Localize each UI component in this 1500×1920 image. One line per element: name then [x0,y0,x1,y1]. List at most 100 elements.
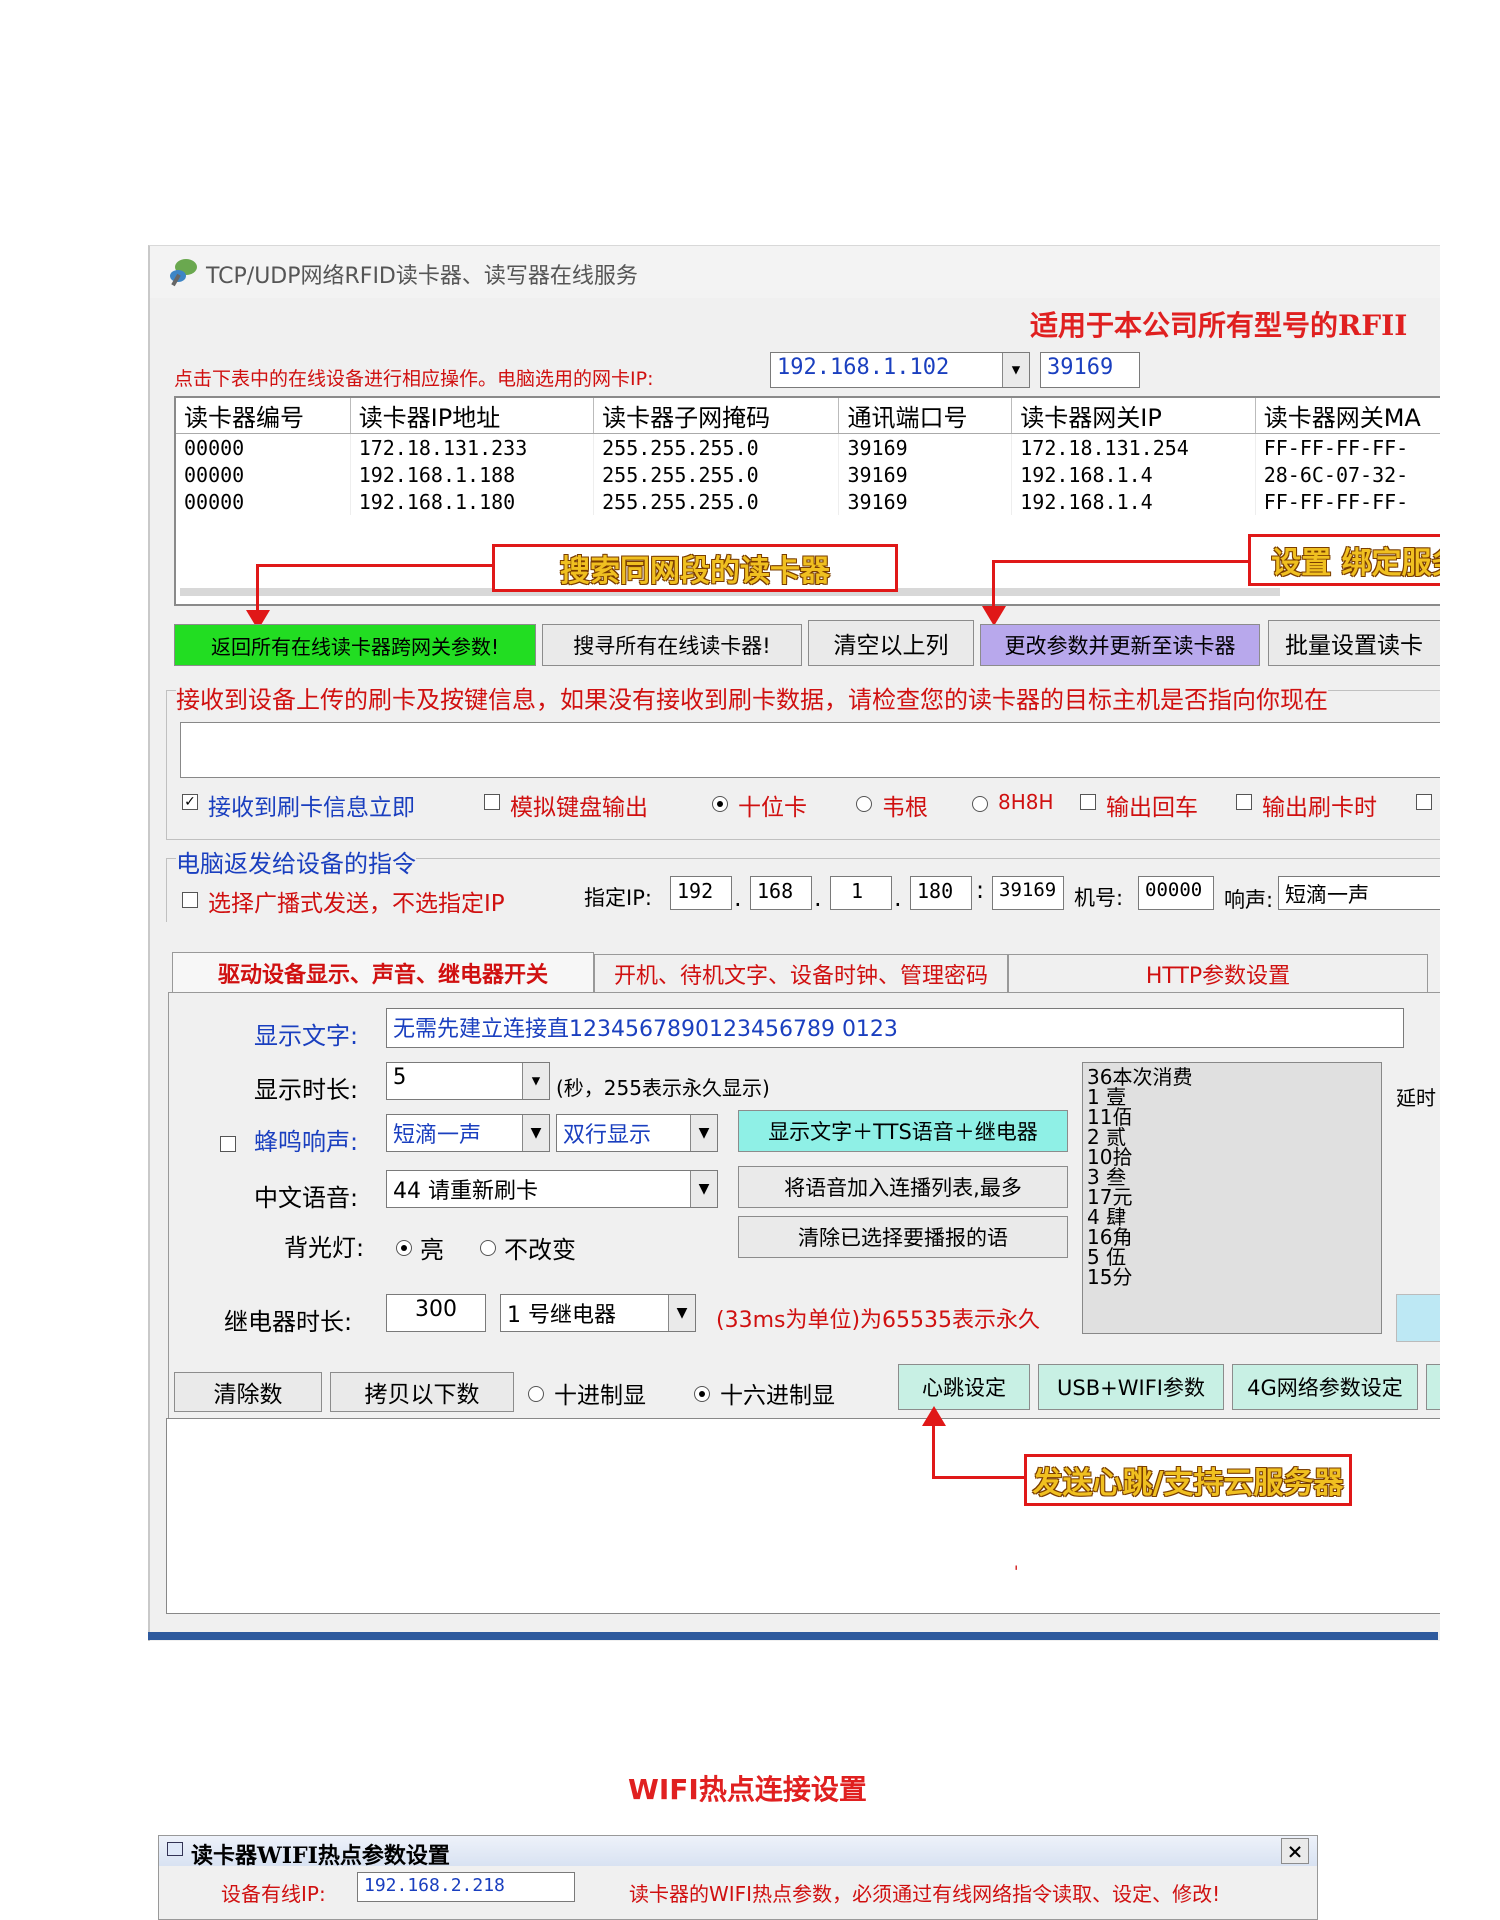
command-group-label: 电脑返发给设备的指令 [176,844,416,879]
table-cell: 39169 [838,433,1013,461]
column-header[interactable]: 读卡器网关MA [1255,398,1440,434]
voice-list[interactable]: 36本次消费 1 壹 11佰 2 贰 10拾 3 叁 17元 4 肆 16角 5… [1082,1062,1382,1334]
keyboard-output-checkbox[interactable] [484,794,500,810]
hex-label: 十六进制显 [720,1383,835,1409]
ip-octet-1-input[interactable]: 192 [670,876,732,910]
ten-digit-radio[interactable] [712,796,728,812]
column-header[interactable]: 读卡器IP地址 [350,398,595,434]
wiegand-label: 韦根 [882,795,928,821]
beep-value: 短滴一声 [393,1123,482,1148]
output-enter-label: 输出回车 [1106,795,1198,821]
list-item[interactable]: 11佰 [1087,1107,1377,1127]
delay-button[interactable] [1396,1294,1440,1342]
ip-octet-4-input[interactable]: 180 [910,876,972,910]
output-time-checkbox[interactable] [1236,794,1252,810]
relay-select[interactable]: 1 号继电器 ▼ [500,1294,696,1332]
table-row[interactable]: 00000 192.168.1.188 255.255.255.0 39169 … [176,461,1440,488]
wired-ip-input[interactable]: 192.168.2.218 [357,1872,575,1902]
4g-network-button[interactable]: 4G网络参数设定 [1232,1364,1418,1410]
display-duration-select[interactable]: 5 ▼ [386,1062,550,1100]
hex-radio[interactable] [694,1386,710,1402]
beep-select[interactable]: 短滴一声 ▼ [386,1114,550,1152]
list-item[interactable]: 16角 [1087,1227,1377,1247]
ip-octet-2-input[interactable]: 168 [750,876,812,910]
clear-list-button[interactable]: 清空以上列 [808,620,974,666]
column-header[interactable]: 读卡器网关IP [1011,398,1256,434]
decimal-radio[interactable] [528,1386,544,1402]
chevron-down-icon[interactable]: ▼ [522,1115,549,1151]
table-cell: 39169 [838,488,1013,515]
return-params-button[interactable]: 返回所有在线读卡器跨网关参数! [174,624,536,666]
batch-set-button[interactable]: 批量设置读卡 [1268,620,1440,666]
tab-boot-settings[interactable]: 开机、待机文字、设备时钟、管理密码 [594,954,1008,992]
list-item[interactable]: 4 肆 [1087,1207,1377,1227]
wifi-notice: 读卡器的WIFI热点参数，必须通过有线网络指令读取、设定、修改! [629,1882,1221,1906]
wiegand-radio[interactable] [856,796,872,812]
backlight-on-label: 亮 [420,1236,444,1264]
table-cell: 192.168.1.4 [1011,461,1256,488]
list-item[interactable]: 3 叁 [1087,1167,1377,1187]
show-tts-button[interactable]: 显示文字＋TTS语音＋继电器 [738,1110,1068,1152]
voice-select[interactable]: 44 请重新刷卡 ▼ [386,1170,718,1208]
backlight-keep-radio[interactable] [480,1240,496,1256]
receive-immediate-checkbox[interactable]: ✓ [182,794,198,810]
list-item[interactable]: 5 伍 [1087,1247,1377,1267]
wifi-dialog: 读卡器WIFI热点参数设置 × 设备有线IP: 192.168.2.218 读卡… [158,1835,1318,1920]
nic-ip-select[interactable]: 192.168.1.102 ▼ [770,352,1030,388]
extra-checkbox[interactable] [1416,794,1432,810]
more-button[interactable] [1426,1364,1440,1410]
clear-data-button[interactable]: 清除数 [174,1372,322,1412]
backlight-keep-label: 不改变 [504,1236,576,1264]
list-item[interactable]: 10拾 [1087,1147,1377,1167]
window-bottom-border [148,1632,1438,1640]
callout-heartbeat: 发送心跳/支持云服务器 [1024,1454,1352,1506]
sound-select[interactable]: 短滴一声 [1278,876,1440,910]
backlight-on-radio[interactable] [396,1240,412,1256]
window-title: TCP/UDP网络RFID读卡器、读写器在线服务 [206,264,638,289]
decimal-label: 十进制显 [554,1383,646,1409]
beep-checkbox[interactable] [220,1136,236,1152]
tab-http[interactable]: HTTP参数设置 [1008,954,1428,992]
log-output-box[interactable] [166,1418,1440,1614]
machine-no-input[interactable]: 00000 [1138,876,1214,910]
broadcast-label: 选择广播式发送，不选指定IP [208,891,505,917]
column-header[interactable]: 读卡器编号 [176,398,351,434]
usb-wifi-button[interactable]: USB+WIFI参数 [1038,1364,1224,1410]
callout-line [932,1476,1024,1479]
wired-ip-label: 设备有线IP: [221,1882,326,1906]
update-params-button[interactable]: 更改参数并更新至读卡器 [980,624,1260,666]
list-item[interactable]: 2 贰 [1087,1127,1377,1147]
display-text-input[interactable]: 无需先建立连接直1234567890123456789 0123 [386,1008,1404,1048]
table-row[interactable]: 00000 192.168.1.180 255.255.255.0 39169 … [176,488,1440,515]
command-port-input[interactable]: 39169 [992,876,1064,910]
heartbeat-button[interactable]: 心跳设定 [898,1364,1030,1410]
broadcast-checkbox[interactable] [182,892,198,908]
table-cell: 00000 [176,488,351,515]
chevron-down-icon[interactable]: ▼ [522,1063,549,1099]
list-item[interactable]: 17元 [1087,1187,1377,1207]
list-item[interactable]: 1 壹 [1087,1087,1377,1107]
search-all-button[interactable]: 搜寻所有在线读卡器! [542,624,802,666]
main-window: TCP/UDP网络RFID读卡器、读写器在线服务 适用于本公司所有型号的RFII… [148,245,1440,1641]
column-header[interactable]: 读卡器子网掩码 [593,398,840,434]
chevron-down-icon[interactable]: ▼ [668,1295,695,1331]
chevron-down-icon[interactable]: ▼ [1002,353,1029,387]
table-row[interactable]: 00000 172.18.131.233 255.255.255.0 39169… [176,433,1440,461]
clear-voice-button[interactable]: 清除已选择要播报的语 [738,1216,1068,1258]
port-input[interactable]: 39169 [1040,352,1140,388]
output-enter-checkbox[interactable] [1080,794,1096,810]
relay-duration-input[interactable]: 300 [386,1294,486,1332]
tab-display[interactable]: 驱动设备显示、声音、继电器开关 [172,952,594,992]
ip-octet-3-input[interactable]: 1 [830,876,892,910]
copy-data-button[interactable]: 拷贝以下数 [330,1372,514,1412]
chevron-down-icon[interactable]: ▼ [690,1115,717,1151]
add-voice-button[interactable]: 将语音加入连播列表,最多 [738,1166,1068,1208]
receive-data-box[interactable] [180,722,1440,778]
list-item[interactable]: 15分 [1087,1267,1377,1287]
display-lines-select[interactable]: 双行显示 ▼ [556,1114,718,1152]
8h8h-radio[interactable] [972,796,988,812]
close-icon[interactable]: × [1281,1838,1309,1864]
list-item[interactable]: 36本次消费 [1087,1067,1377,1087]
column-header[interactable]: 通讯端口号 [838,398,1013,434]
chevron-down-icon[interactable]: ▼ [690,1171,717,1207]
